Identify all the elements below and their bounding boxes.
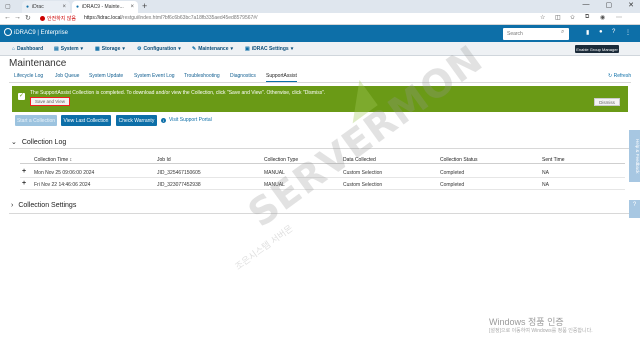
- collection-log-header[interactable]: ⌄ Collection Log: [11, 138, 66, 147]
- maximize-icon[interactable]: ▢: [606, 1, 613, 9]
- security-warning[interactable]: 안전하지 않음: [40, 15, 76, 22]
- visit-support-portal-link[interactable]: i Visit Support Portal: [161, 117, 212, 123]
- table-cell: Custom Selection: [343, 182, 383, 188]
- window-controls: — ▢ ✕: [583, 1, 635, 9]
- windows-activation-text: [설정]으로 이동하여 Windows를 정품 인증합니다.: [489, 328, 593, 334]
- configuration-icon: ⚙: [137, 46, 142, 52]
- question-icon[interactable]: ?: [629, 200, 640, 218]
- refresh-icon: ↻: [608, 73, 613, 79]
- home-icon: ⌂: [12, 46, 16, 52]
- refresh-link[interactable]: ↻ Refresh: [608, 73, 631, 79]
- user-icon[interactable]: ●: [599, 29, 603, 35]
- collections-icon[interactable]: ⧉: [585, 14, 589, 21]
- chevron-down-icon: ▾: [290, 46, 294, 52]
- notification-message: The SupportAssist Collection is complete…: [30, 90, 326, 96]
- split-icon[interactable]: ◫: [555, 14, 561, 21]
- check-warranty-button[interactable]: Check Warranty: [116, 115, 157, 126]
- table-cell: Mon Nov 25 09:06:00 2024: [34, 170, 95, 176]
- table-cell: JID_325467150605: [157, 170, 201, 176]
- tab-system-update[interactable]: System Update: [89, 73, 123, 79]
- search-icon[interactable]: ⌕: [561, 29, 564, 36]
- browser-tab-idrac[interactable]: ● iDrac ×: [22, 1, 70, 13]
- help-icon[interactable]: ?: [612, 29, 615, 35]
- back-icon[interactable]: ←: [4, 14, 11, 21]
- favorites-list-icon[interactable]: ✩: [570, 14, 575, 21]
- tab-system-event-log[interactable]: System Event Log: [134, 73, 175, 79]
- browser-menu-icon[interactable]: ▢: [5, 3, 11, 10]
- collection-settings-header[interactable]: › Collection Settings: [11, 202, 76, 209]
- table-cell: Fri Nov 22 14:46:06 2024: [34, 182, 91, 188]
- profile-icon[interactable]: ◉: [600, 14, 605, 21]
- chevron-down-icon: ▾: [80, 46, 84, 52]
- brand-title: iDRAC9 | Enterprise: [14, 30, 68, 36]
- menu-storage[interactable]: ▦ Storage ▾: [95, 46, 125, 52]
- menu-configuration[interactable]: ⚙ Configuration ▾: [137, 46, 181, 52]
- menu-idrac-settings[interactable]: ▣ iDRAC Settings ▾: [245, 46, 293, 52]
- chevron-down-icon: ▾: [230, 46, 234, 52]
- table-cell: NA: [542, 182, 549, 188]
- reload-icon[interactable]: ↻: [25, 14, 31, 22]
- chevron-down-icon: ⌄: [11, 139, 17, 146]
- dismiss-button[interactable]: Dismiss: [594, 98, 620, 106]
- close-window-icon[interactable]: ✕: [628, 1, 634, 9]
- new-tab-icon[interactable]: +: [142, 1, 147, 11]
- menu-dashboard[interactable]: ⌂ Dashboard: [12, 46, 43, 52]
- page-title: Maintenance: [9, 58, 67, 69]
- tab-lifecycle-log[interactable]: Lifecycle Log: [14, 73, 43, 79]
- expand-row-icon[interactable]: +: [22, 168, 26, 175]
- save-and-view-button[interactable]: Save and View: [30, 97, 70, 106]
- table-cell: NA: [542, 170, 549, 176]
- browser-tab-maintenance[interactable]: ● iDRAC9 - Mainte... ×: [72, 1, 138, 13]
- tab-label: iDrac: [32, 4, 44, 10]
- favorite-icon[interactable]: ☆: [540, 14, 545, 21]
- tab-diagnostics[interactable]: Diagnostics: [230, 73, 256, 79]
- start-collection-button[interactable]: Start a Collection: [15, 115, 57, 126]
- chevron-down-icon: ▾: [122, 46, 125, 52]
- dell-logo-icon: [4, 28, 12, 36]
- expand-row-icon[interactable]: +: [22, 180, 26, 187]
- search-input[interactable]: Search: [503, 28, 569, 40]
- settings-icon: ▣: [245, 46, 250, 52]
- table-cell: JID_323077452938: [157, 182, 201, 188]
- tab-label: iDRAC9 - Mainte...: [82, 4, 124, 10]
- table-cell: Completed: [440, 170, 465, 176]
- section-divider: [9, 213, 631, 214]
- menu-maintenance[interactable]: ✎ Maintenance ▾: [192, 46, 233, 52]
- minimize-icon[interactable]: —: [583, 1, 590, 9]
- view-last-collection-button[interactable]: View Last Collection: [61, 115, 111, 126]
- menu-system[interactable]: ▤ System ▾: [54, 46, 83, 52]
- wrench-icon: ✎: [192, 46, 197, 52]
- chevron-right-icon: ›: [11, 202, 14, 209]
- menu-dots-icon[interactable]: ⋮: [625, 29, 631, 36]
- close-icon[interactable]: ×: [62, 4, 66, 10]
- help-feedback-label: Help & Feedback: [635, 138, 640, 174]
- table-cell: Completed: [440, 182, 465, 188]
- tab-troubleshooting[interactable]: Troubleshooting: [184, 73, 220, 79]
- server-icon: ▤: [54, 46, 59, 52]
- warning-icon: [40, 16, 45, 21]
- close-icon[interactable]: ×: [130, 4, 134, 10]
- tab-favicon-icon: ●: [76, 4, 80, 10]
- url-field[interactable]: https://idrac.local/restgui/index.html?b…: [84, 15, 257, 21]
- storage-icon: ▦: [95, 46, 100, 52]
- info-icon: i: [161, 117, 166, 123]
- tab-job-queue[interactable]: Job Queue: [55, 73, 79, 79]
- chevron-down-icon: ▾: [178, 46, 181, 52]
- enable-group-manager-button[interactable]: Enable Group Manager: [575, 45, 619, 53]
- checkmark-icon: ✓: [18, 93, 25, 100]
- alerts-icon[interactable]: ▮: [586, 29, 589, 36]
- forward-icon[interactable]: →: [14, 14, 21, 21]
- tab-favicon-icon: ●: [26, 4, 30, 10]
- more-icon[interactable]: ⋯: [616, 14, 622, 21]
- tab-divider: [9, 82, 631, 83]
